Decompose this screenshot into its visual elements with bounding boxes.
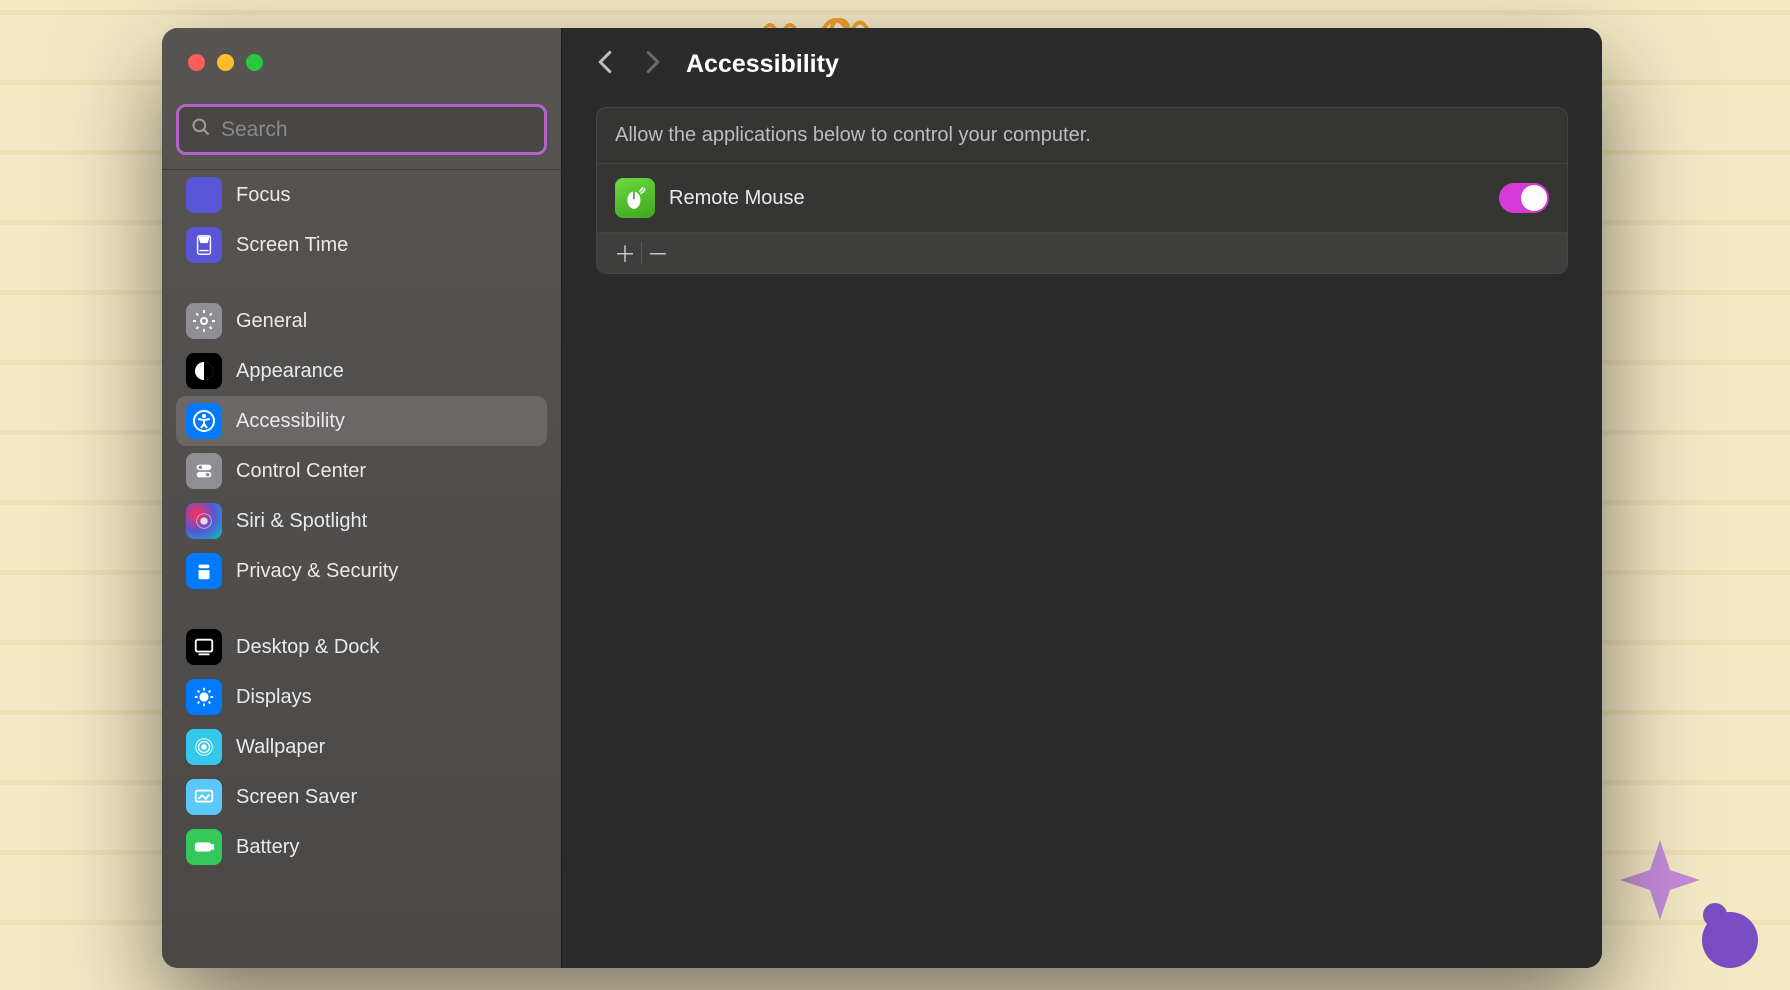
sidebar: Focus Screen Time General [162,28,562,968]
search-input[interactable] [221,118,532,142]
screensaver-icon [186,779,222,815]
general-icon [186,303,222,339]
remove-app-button[interactable]: － [642,239,674,267]
wallpaper-icon [186,729,222,765]
settings-window: Focus Screen Time General [162,28,1602,968]
toggle-knob [1521,185,1547,211]
sidebar-item-appearance[interactable]: Appearance [176,346,547,396]
minimize-window-button[interactable] [217,54,234,71]
sidebar-item-label: Displays [236,686,312,709]
sidebar-item-siri[interactable]: Siri & Spotlight [176,496,547,546]
search-box[interactable] [176,104,547,155]
sidebar-group-2: Desktop & Dock Displays Wallpaper [162,620,561,896]
sidebar-item-battery[interactable]: Battery [176,822,547,872]
accessibility-icon [186,403,222,439]
remote-mouse-app-icon [615,178,655,218]
traffic-lights [162,28,561,98]
sidebar-item-label: Accessibility [236,410,345,433]
sidebar-item-label: Focus [236,184,290,207]
content-header: Accessibility [562,28,1602,101]
app-name: Remote Mouse [669,187,1485,210]
sidebar-item-label: Control Center [236,460,366,483]
sidebar-item-label: Privacy & Security [236,560,398,583]
sidebar-item-label: Siri & Spotlight [236,510,367,533]
siri-icon [186,503,222,539]
battery-icon [186,829,222,865]
sidebar-item-screentime[interactable]: Screen Time [176,220,547,270]
sidebar-item-label: Screen Saver [236,786,357,809]
panel-description: Allow the applications below to control … [597,108,1567,164]
sidebar-item-desktop[interactable]: Desktop & Dock [176,622,547,672]
sidebar-group-1: General Appearance Accessibility [162,294,561,620]
sidebar-item-wallpaper[interactable]: Wallpaper [176,722,547,772]
sidebar-item-accessibility[interactable]: Accessibility [176,396,547,446]
accessibility-panel: Allow the applications below to control … [596,107,1568,274]
sidebar-item-label: Wallpaper [236,736,325,759]
forward-button[interactable] [644,50,662,79]
sidebar-item-displays[interactable]: Displays [176,672,547,722]
close-window-button[interactable] [188,54,205,71]
search-container [162,98,561,169]
app-row-remote-mouse[interactable]: Remote Mouse [597,164,1567,233]
displays-icon [186,679,222,715]
page-title: Accessibility [686,50,839,79]
app-toggle-remote-mouse[interactable] [1499,183,1549,213]
search-icon [191,117,211,142]
sidebar-item-label: Screen Time [236,234,348,257]
sidebar-item-label: Appearance [236,360,344,383]
zoom-window-button[interactable] [246,54,263,71]
desktop-icon [186,629,222,665]
appearance-icon [186,353,222,389]
content-pane: Accessibility Allow the applications bel… [562,28,1602,968]
sidebar-item-focus[interactable]: Focus [176,170,547,220]
sidebar-item-label: Desktop & Dock [236,636,379,659]
back-button[interactable] [596,50,614,79]
sidebar-item-privacy[interactable]: Privacy & Security [176,546,547,596]
focus-icon [186,177,222,213]
controlcenter-icon [186,453,222,489]
sidebar-item-screensaver[interactable]: Screen Saver [176,772,547,822]
sidebar-item-label: General [236,310,307,333]
sidebar-item-label: Battery [236,836,299,859]
sidebar-item-controlcenter[interactable]: Control Center [176,446,547,496]
screentime-icon [186,227,222,263]
sidebar-list: Focus Screen Time General [162,169,561,968]
sidebar-group-0: Focus Screen Time [162,170,561,294]
add-app-button[interactable]: ＋ [609,239,641,267]
nav-arrows [596,50,662,79]
sidebar-item-general[interactable]: General [176,296,547,346]
privacy-icon [186,553,222,589]
panel-footer: ＋ － [597,233,1567,273]
